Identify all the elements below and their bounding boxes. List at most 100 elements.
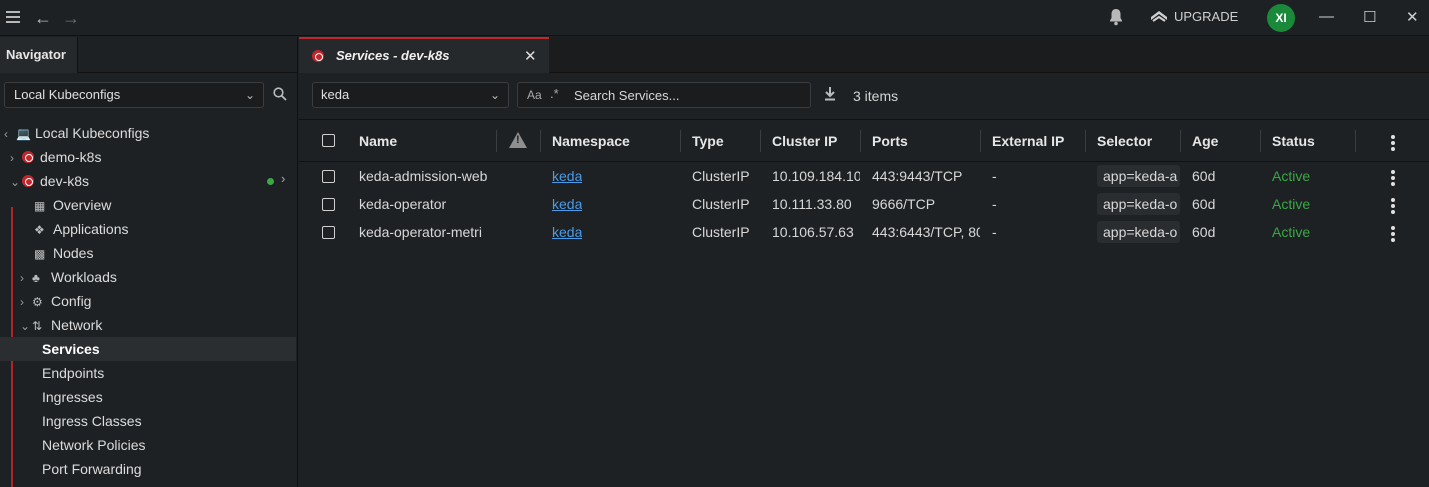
sidebar-item-applications[interactable]: ❖ Applications (34, 217, 129, 241)
column-header-cluster-ip[interactable]: Cluster IP (772, 133, 837, 149)
upgrade-button[interactable]: UPGRADE (1150, 9, 1238, 24)
match-case-toggle[interactable]: Aa (527, 88, 542, 102)
regex-toggle[interactable]: .* (550, 86, 559, 101)
sidebar-item-ingresses[interactable]: Ingresses (42, 385, 103, 409)
column-divider[interactable] (496, 130, 497, 152)
column-header-external-ip[interactable]: External IP (992, 133, 1064, 149)
tab-title: Services - dev-k8s (336, 48, 450, 63)
main-panel: Services - dev-k8s ✕ keda ⌄ Aa .* 3 item… (299, 37, 1429, 487)
close-tab-icon[interactable]: ✕ (524, 47, 537, 65)
column-header-status[interactable]: Status (1272, 133, 1315, 149)
column-divider[interactable] (1355, 130, 1356, 152)
select-all-checkbox[interactable] (322, 134, 335, 147)
table-row[interactable]: keda-operator-metri keda ClusterIP 10.10… (299, 219, 1429, 247)
sidebar-item-overview[interactable]: ▦ Overview (34, 193, 111, 217)
chevron-down-icon: ⌄ (10, 175, 21, 189)
kubernetes-icon (22, 151, 34, 163)
cell-namespace-link[interactable]: keda (552, 168, 582, 184)
notifications-bell-icon[interactable] (1108, 8, 1124, 32)
warning-icon (509, 132, 527, 148)
upgrade-chevron-icon (1151, 11, 1167, 22)
cell-external-ip: - (992, 196, 997, 212)
table-row[interactable]: keda-operator keda ClusterIP 10.111.33.8… (299, 191, 1429, 219)
sidebar-item-endpoints[interactable]: Endpoints (42, 361, 104, 385)
column-divider[interactable] (760, 130, 761, 152)
cell-namespace-link[interactable]: keda (552, 196, 582, 212)
sidebar-item-label: Ingress Classes (42, 413, 142, 429)
cell-type: ClusterIP (692, 196, 750, 212)
sidebar-item-label: Services (42, 341, 100, 357)
column-divider[interactable] (1260, 130, 1261, 152)
sidebar-item-ingress-classes[interactable]: Ingress Classes (42, 409, 142, 433)
row-menu-icon[interactable] (1391, 170, 1395, 188)
sidebar-item-label: Ingresses (42, 389, 103, 405)
cell-ports: 9666/TCP (872, 196, 936, 212)
hamburger-menu-icon[interactable] (6, 8, 20, 26)
upgrade-label: UPGRADE (1174, 9, 1239, 24)
minimize-icon[interactable]: — (1319, 8, 1334, 25)
chevron-down-icon: ⌄ (20, 319, 31, 333)
row-menu-icon[interactable] (1391, 198, 1395, 216)
search-input[interactable] (574, 85, 804, 105)
kubeconfig-select[interactable]: Local Kubeconfigs ⌄ (4, 82, 264, 108)
cell-cluster-ip: 10.109.184.10 (772, 168, 860, 184)
chevron-down-icon: ⌄ (244, 88, 255, 102)
table-row[interactable]: keda-admission-web keda ClusterIP 10.109… (299, 163, 1429, 191)
cell-type: ClusterIP (692, 168, 750, 184)
column-divider[interactable] (540, 130, 541, 152)
user-avatar[interactable]: XI (1267, 4, 1295, 32)
search-icon[interactable] (273, 87, 287, 104)
download-icon[interactable] (823, 86, 837, 104)
tree-item-local-kubeconfigs[interactable]: ‹ 💻 Local Kubeconfigs (4, 121, 149, 145)
navigator-sidebar: Navigator Local Kubeconfigs ⌄ ‹ 💻 Local Ku… (0, 37, 298, 487)
navigator-tab[interactable]: Navigator (0, 37, 78, 73)
chevron-right-icon: › (20, 295, 24, 309)
workloads-icon: ♣ (32, 271, 40, 285)
column-divider[interactable] (980, 130, 981, 152)
column-header-name[interactable]: Name (359, 133, 397, 149)
sidebar-item-label: Applications (53, 221, 129, 237)
sidebar-item-network[interactable]: ⌄ ⇅ Network (20, 313, 102, 337)
row-checkbox[interactable] (322, 226, 335, 239)
cell-ports: 443:6443/TCP, 80 (872, 224, 980, 240)
chevron-right-icon[interactable]: › (281, 171, 285, 186)
tree-item-dev-k8s[interactable]: ⌄ dev-k8s (10, 169, 89, 193)
row-checkbox[interactable] (322, 198, 335, 211)
column-divider[interactable] (1085, 130, 1086, 152)
column-divider[interactable] (1180, 130, 1181, 152)
sidebar-item-network-policies[interactable]: Network Policies (42, 433, 145, 457)
tree-item-demo-k8s[interactable]: › demo-k8s (10, 145, 101, 169)
forward-arrow-icon[interactable]: → (62, 8, 80, 28)
column-header-ports[interactable]: Ports (872, 133, 908, 149)
sidebar-item-config[interactable]: › ⚙ Config (20, 289, 91, 313)
config-icon: ⚙ (32, 295, 43, 309)
namespace-select[interactable]: keda ⌄ (312, 82, 509, 108)
sidebar-item-nodes[interactable]: ▩ Nodes (34, 241, 93, 265)
column-menu-icon[interactable] (1391, 135, 1395, 153)
column-header-namespace[interactable]: Namespace (552, 133, 630, 149)
column-header-type[interactable]: Type (692, 133, 724, 149)
column-header-age[interactable]: Age (1192, 133, 1218, 149)
search-services-box: Aa .* (517, 82, 811, 108)
sidebar-item-port-forwarding[interactable]: Port Forwarding (42, 457, 142, 481)
kubernetes-icon (22, 175, 34, 187)
column-divider[interactable] (860, 130, 861, 152)
column-divider[interactable] (680, 130, 681, 152)
tab-services-dev-k8s[interactable]: Services - dev-k8s ✕ (299, 37, 549, 73)
close-window-icon[interactable]: ✕ (1406, 8, 1419, 26)
row-checkbox[interactable] (322, 170, 335, 183)
item-count: 3 items (853, 88, 899, 104)
cell-age: 60d (1192, 168, 1216, 184)
sidebar-item-workloads[interactable]: › ♣ Workloads (20, 265, 117, 289)
cell-name: keda-admission-web (359, 168, 488, 184)
title-bar: ← → UPGRADE XI — ☐ ✕ (0, 0, 1429, 36)
chevron-right-icon: › (20, 271, 24, 285)
column-header-selector[interactable]: Selector (1097, 133, 1152, 149)
cell-namespace-link[interactable]: keda (552, 224, 582, 240)
sidebar-item-services[interactable]: Services (0, 337, 296, 361)
kubernetes-icon (312, 50, 324, 62)
cell-status: Active (1272, 196, 1311, 212)
row-menu-icon[interactable] (1391, 226, 1395, 244)
back-arrow-icon[interactable]: ← (34, 8, 52, 28)
maximize-icon[interactable]: ☐ (1363, 8, 1376, 26)
